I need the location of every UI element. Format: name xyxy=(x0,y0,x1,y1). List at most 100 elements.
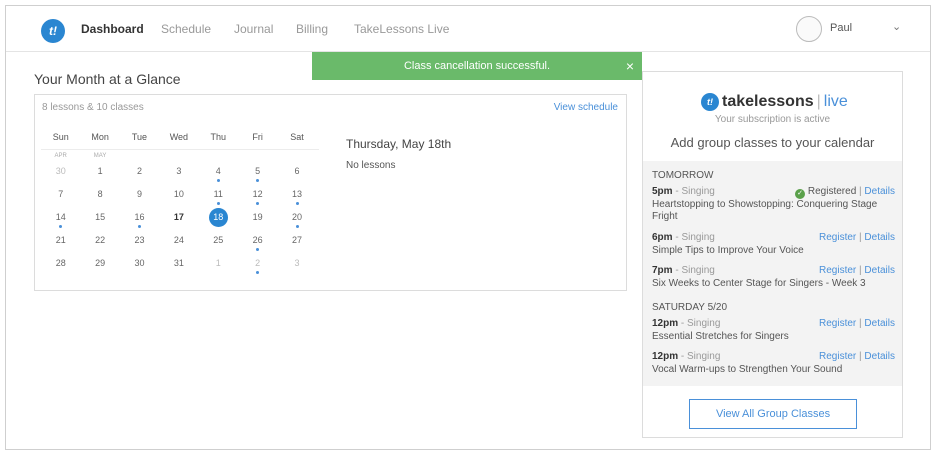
nav-schedule[interactable]: Schedule xyxy=(161,22,211,36)
day-number: 27 xyxy=(292,235,303,245)
day-number: 30 xyxy=(55,166,66,176)
day-number: 14 xyxy=(55,212,66,222)
day-number: 19 xyxy=(252,212,263,222)
weekday-label: Thu xyxy=(210,132,227,142)
user-name[interactable]: Paul xyxy=(830,22,852,34)
class-category: Singing xyxy=(687,351,721,362)
group-heading: SATURDAY 5/20 xyxy=(652,302,728,313)
lessons-summary: 8 lessons & 10 classes xyxy=(42,102,144,113)
nav-billing[interactable]: Billing xyxy=(296,22,328,36)
calendar-day[interactable]: 29 xyxy=(80,255,119,278)
takelessons-logo-icon[interactable]: t! xyxy=(41,19,65,43)
class-title: Essential Stretches for Singers xyxy=(652,331,789,342)
calendar-day[interactable]: 25 xyxy=(199,232,238,255)
register-link[interactable]: Register xyxy=(819,232,856,243)
day-number: 22 xyxy=(95,235,106,245)
day-number: 26 xyxy=(252,235,263,245)
calendar-day[interactable]: 24 xyxy=(159,232,198,255)
list-item: 12pm - Singing Register | Details Essent… xyxy=(652,318,895,343)
no-lessons-text: No lessons xyxy=(346,160,396,171)
calendar-day[interactable]: 30 xyxy=(41,163,80,186)
register-link[interactable]: Register xyxy=(819,351,856,362)
calendar-day-selected[interactable]: 18 xyxy=(199,208,238,232)
calendar-day[interactable]: 9 xyxy=(120,186,159,209)
calendar-day[interactable]: 14 xyxy=(41,209,80,232)
day-number: 30 xyxy=(134,258,145,268)
event-dot xyxy=(256,202,260,205)
class-category: Singing xyxy=(681,265,715,276)
month-labels: APR MAY xyxy=(41,153,319,163)
register-link[interactable]: Register xyxy=(819,318,856,329)
view-schedule-link[interactable]: View schedule xyxy=(554,102,618,113)
day-number: 21 xyxy=(55,235,66,245)
add-group-heading: Add group classes to your calendar xyxy=(670,135,875,150)
group-classes-list: TOMORROW 5pm - Singing ✓ Registered | De… xyxy=(643,161,902,386)
page-title: Your Month at a Glance xyxy=(34,71,181,87)
register-link[interactable]: Register xyxy=(819,265,856,276)
calendar-day[interactable]: 10 xyxy=(159,186,198,209)
weekday-header: Sun Mon Tue Wed Thu Fri Sat xyxy=(41,132,319,150)
details-link[interactable]: Details xyxy=(864,351,895,362)
calendar-day[interactable]: 16 xyxy=(120,209,159,232)
avatar[interactable] xyxy=(796,16,822,42)
event-dot xyxy=(256,179,260,182)
calendar-day[interactable]: 15 xyxy=(80,209,119,232)
calendar-day[interactable]: 1 xyxy=(199,255,238,278)
nav-takelessons-live[interactable]: TakeLessons Live xyxy=(354,22,449,36)
class-separator: - xyxy=(678,351,688,362)
class-separator: - xyxy=(678,318,688,329)
day-number: 15 xyxy=(95,212,106,222)
calendar-day[interactable]: 1 xyxy=(80,163,119,186)
details-link[interactable]: Details xyxy=(864,186,895,197)
day-number: 1 xyxy=(215,258,221,268)
list-item: 5pm - Singing ✓ Registered | Details Hea… xyxy=(652,186,895,223)
calendar-week: 14 15 16 17 18 19 20 xyxy=(41,208,319,232)
calendar-day[interactable]: 11 xyxy=(199,186,238,209)
calendar-day-today[interactable]: 17 xyxy=(159,209,198,232)
calendar-day[interactable]: 13 xyxy=(277,186,316,209)
calendar-day[interactable]: 3 xyxy=(277,255,316,278)
day-number: 9 xyxy=(136,189,142,199)
calendar-day[interactable]: 19 xyxy=(238,209,277,232)
calendar-day[interactable]: 5 xyxy=(238,163,277,186)
class-time: 12pm xyxy=(652,351,679,362)
month-label-apr: APR xyxy=(54,153,67,159)
day-number: 31 xyxy=(173,258,184,268)
calendar-day[interactable]: 30 xyxy=(120,255,159,278)
event-dot xyxy=(295,225,299,228)
calendar-day[interactable]: 31 xyxy=(159,255,198,278)
calendar-day[interactable]: 28 xyxy=(41,255,80,278)
calendar-day[interactable]: 6 xyxy=(277,163,316,186)
calendar-day[interactable]: 7 xyxy=(41,186,80,209)
close-icon[interactable]: × xyxy=(626,52,634,80)
divider: | xyxy=(859,232,862,243)
day-number: 1 xyxy=(97,166,103,176)
calendar-day[interactable]: 2 xyxy=(120,163,159,186)
calendar-day[interactable]: 23 xyxy=(120,232,159,255)
details-link[interactable]: Details xyxy=(864,232,895,243)
calendar-day[interactable]: 26 xyxy=(238,232,277,255)
calendar-day[interactable]: 22 xyxy=(80,232,119,255)
day-number: 23 xyxy=(134,235,145,245)
view-all-group-classes-button[interactable]: View All Group Classes xyxy=(689,399,857,429)
details-link[interactable]: Details xyxy=(864,265,895,276)
chevron-down-icon[interactable]: ⌄ xyxy=(892,20,901,33)
calendar-day[interactable]: 27 xyxy=(277,232,316,255)
calendar-week: 7 8 9 10 11 12 13 xyxy=(41,186,319,209)
day-number: 10 xyxy=(173,189,184,199)
calendar-day[interactable]: 20 xyxy=(277,209,316,232)
calendar-day[interactable]: 8 xyxy=(80,186,119,209)
takelessons-logo-icon: t! xyxy=(701,93,719,111)
calendar-day[interactable]: 21 xyxy=(41,232,80,255)
event-dot xyxy=(59,225,63,228)
nav-journal[interactable]: Journal xyxy=(234,22,273,36)
event-dot xyxy=(295,202,299,205)
calendar-week: 28 29 30 31 1 2 3 xyxy=(41,255,319,278)
calendar-day[interactable]: 12 xyxy=(238,186,277,209)
calendar-day[interactable]: 3 xyxy=(159,163,198,186)
group-heading: TOMORROW xyxy=(652,170,714,181)
calendar-day[interactable]: 2 xyxy=(238,255,277,278)
details-link[interactable]: Details xyxy=(864,318,895,329)
calendar-day[interactable]: 4 xyxy=(199,163,238,186)
nav-dashboard[interactable]: Dashboard xyxy=(81,22,144,36)
